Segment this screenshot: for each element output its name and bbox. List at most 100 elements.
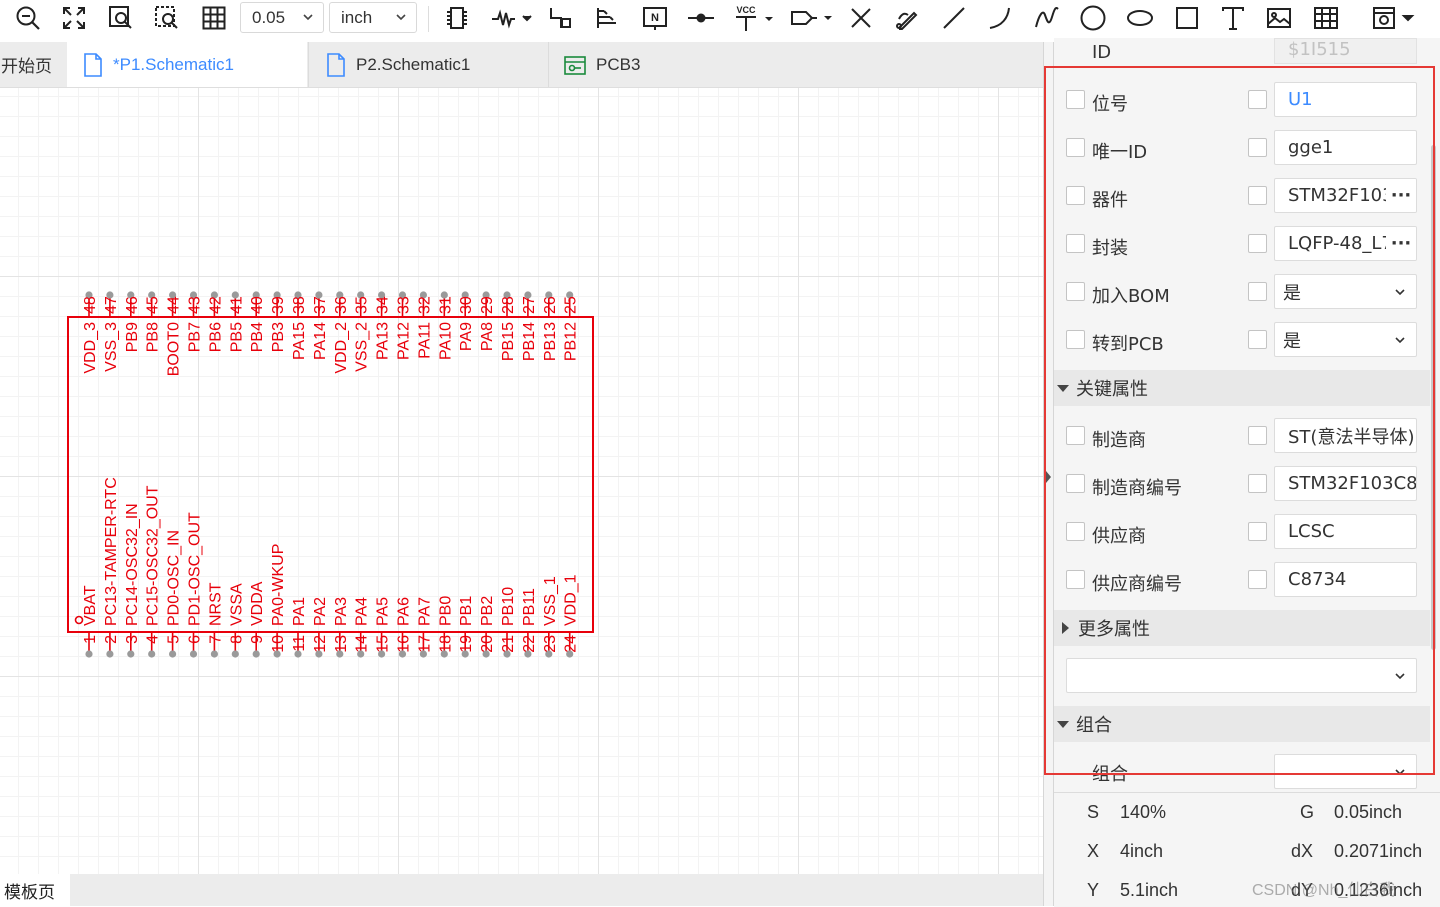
part-icon[interactable] bbox=[442, 4, 472, 32]
property-show-checkbox[interactable] bbox=[1248, 90, 1267, 109]
stm32-component-symbol[interactable]: 48VDD_347VSS_346PB945PB844BOOT043PB742PB… bbox=[0, 88, 1043, 874]
panel-splitter[interactable] bbox=[1043, 42, 1054, 906]
property-label: 制造商编号 bbox=[1092, 478, 1182, 499]
line-icon[interactable] bbox=[939, 4, 969, 32]
property-value: 是 bbox=[1283, 330, 1301, 352]
zoom-area-icon[interactable] bbox=[106, 4, 136, 32]
more-properties-select[interactable] bbox=[1066, 658, 1417, 693]
schematic-canvas[interactable]: 48 VDD_3 47 VSS_3 46 PB9 45 PB8 44 BOOT0 43 PB7 42 PB… bbox=[0, 88, 1043, 874]
property-checkbox[interactable] bbox=[1066, 138, 1085, 157]
vcc-icon[interactable]: VCC bbox=[732, 4, 778, 32]
property-input[interactable]: STM32F103C8T6··· bbox=[1274, 178, 1417, 213]
pin-number: 24 bbox=[563, 635, 580, 653]
pin-name: VDD_3 bbox=[82, 322, 99, 374]
junction-icon[interactable] bbox=[686, 4, 716, 32]
property-checkbox[interactable] bbox=[1066, 474, 1085, 493]
property-checkbox[interactable] bbox=[1066, 186, 1085, 205]
property-value: C8734 bbox=[1288, 569, 1347, 590]
net-label-icon[interactable] bbox=[546, 4, 576, 32]
property-input[interactable]: LQFP-48_L7 ··· bbox=[1274, 226, 1417, 261]
pin-name: PA6 bbox=[396, 597, 413, 626]
property-checkbox[interactable] bbox=[1066, 522, 1085, 541]
key-property-row: 制造商 ST(意法半导体) bbox=[1054, 418, 1430, 466]
tab-p2-schematic[interactable]: P2.Schematic1 bbox=[308, 42, 547, 87]
toolbar-divider bbox=[428, 6, 429, 32]
collapse-arrow-icon[interactable] bbox=[1045, 470, 1053, 484]
pin-name: PB1 bbox=[458, 596, 475, 626]
net-flag-icon[interactable]: N bbox=[640, 4, 670, 32]
unit-select[interactable]: inch bbox=[329, 2, 417, 33]
zoom-out-icon[interactable] bbox=[13, 4, 43, 32]
group-select[interactable] bbox=[1274, 754, 1417, 789]
circle-icon[interactable] bbox=[1078, 4, 1108, 32]
property-checkbox[interactable] bbox=[1066, 234, 1085, 253]
more-options-icon[interactable]: ··· bbox=[1386, 179, 1416, 212]
pen-icon[interactable] bbox=[892, 4, 922, 32]
caret-down-icon bbox=[1057, 385, 1069, 392]
tab-template-page[interactable]: 模板页 bbox=[0, 874, 70, 906]
no-connect-icon[interactable] bbox=[846, 4, 876, 32]
bezier-icon[interactable] bbox=[1032, 4, 1062, 32]
bus-icon[interactable] bbox=[592, 4, 622, 32]
property-select[interactable]: 是 bbox=[1274, 322, 1417, 357]
pin-name: PA1 bbox=[291, 597, 308, 626]
property-checkbox[interactable] bbox=[1066, 282, 1085, 301]
grid-icon[interactable] bbox=[199, 4, 229, 32]
section-group[interactable]: 组合 bbox=[1054, 706, 1430, 742]
property-checkbox[interactable] bbox=[1066, 570, 1085, 589]
wire-icon[interactable] bbox=[490, 4, 536, 32]
property-show-checkbox[interactable] bbox=[1248, 234, 1267, 253]
pin-name: PD1-OSC_OUT bbox=[187, 512, 204, 626]
grid-size-value: 0.05 bbox=[252, 7, 286, 27]
property-input[interactable]: STM32F103C8T6 bbox=[1274, 466, 1417, 501]
tab-start-page[interactable]: 开始页 bbox=[0, 42, 66, 87]
zoom-select-icon[interactable] bbox=[152, 4, 182, 32]
net-port-icon[interactable] bbox=[789, 4, 835, 32]
chevron-down-icon bbox=[396, 14, 406, 21]
image-icon[interactable] bbox=[1264, 4, 1294, 32]
property-input[interactable]: C8734 bbox=[1274, 562, 1417, 597]
property-show-checkbox[interactable] bbox=[1248, 282, 1267, 301]
property-select[interactable]: 是 bbox=[1274, 274, 1417, 309]
property-value: ST(意法半导体) bbox=[1288, 426, 1415, 448]
ellipse-icon[interactable] bbox=[1125, 4, 1155, 32]
property-show-checkbox[interactable] bbox=[1248, 474, 1267, 493]
section-key-properties[interactable]: 关键属性 bbox=[1054, 370, 1430, 406]
tab-pcb3[interactable]: PCB3 bbox=[548, 42, 787, 87]
panel-scrollbar[interactable] bbox=[1431, 145, 1436, 650]
pin-name: PB11 bbox=[521, 588, 538, 626]
section-more-properties[interactable]: 更多属性 bbox=[1054, 610, 1430, 646]
x-value: 4inch bbox=[1120, 841, 1164, 861]
fit-view-icon[interactable] bbox=[59, 4, 89, 32]
property-show-checkbox[interactable] bbox=[1248, 330, 1267, 349]
property-input[interactable]: ST(意法半导体) bbox=[1274, 418, 1417, 453]
pin-name: PA5 bbox=[375, 597, 392, 626]
arc-icon[interactable] bbox=[985, 4, 1015, 32]
caret-right-icon bbox=[1062, 622, 1069, 634]
pin-name: PA8 bbox=[479, 322, 496, 351]
property-input[interactable]: U1 bbox=[1274, 82, 1417, 117]
tab-p1-schematic[interactable]: *P1.Schematic1 bbox=[67, 42, 307, 87]
grid-size-select[interactable]: 0.05 bbox=[240, 2, 324, 33]
property-show-checkbox[interactable] bbox=[1248, 186, 1267, 205]
pin-name: PB9 bbox=[124, 322, 141, 352]
chevron-down-icon bbox=[1395, 337, 1405, 344]
rect-icon[interactable] bbox=[1172, 4, 1202, 32]
property-panel: ID $1I515 位号U1唯一IDgge1器件STM32F103C8T6···… bbox=[1054, 38, 1440, 906]
property-input[interactable]: LCSC bbox=[1274, 514, 1417, 549]
property-show-checkbox[interactable] bbox=[1248, 570, 1267, 589]
property-checkbox[interactable] bbox=[1066, 90, 1085, 109]
property-show-checkbox[interactable] bbox=[1248, 522, 1267, 541]
property-checkbox[interactable] bbox=[1066, 330, 1085, 349]
scale-value: 140% bbox=[1120, 802, 1167, 822]
property-show-checkbox[interactable] bbox=[1248, 138, 1267, 157]
property-show-checkbox[interactable] bbox=[1248, 426, 1267, 445]
property-label: 器件 bbox=[1092, 190, 1128, 211]
text-icon[interactable] bbox=[1218, 4, 1248, 32]
more-options-icon[interactable]: ··· bbox=[1386, 227, 1416, 260]
property-checkbox[interactable] bbox=[1066, 426, 1085, 445]
property-input[interactable]: gge1 bbox=[1274, 130, 1417, 165]
settings-icon[interactable] bbox=[1370, 4, 1416, 32]
table-icon[interactable] bbox=[1311, 4, 1341, 32]
pcb-file-icon bbox=[564, 55, 586, 75]
